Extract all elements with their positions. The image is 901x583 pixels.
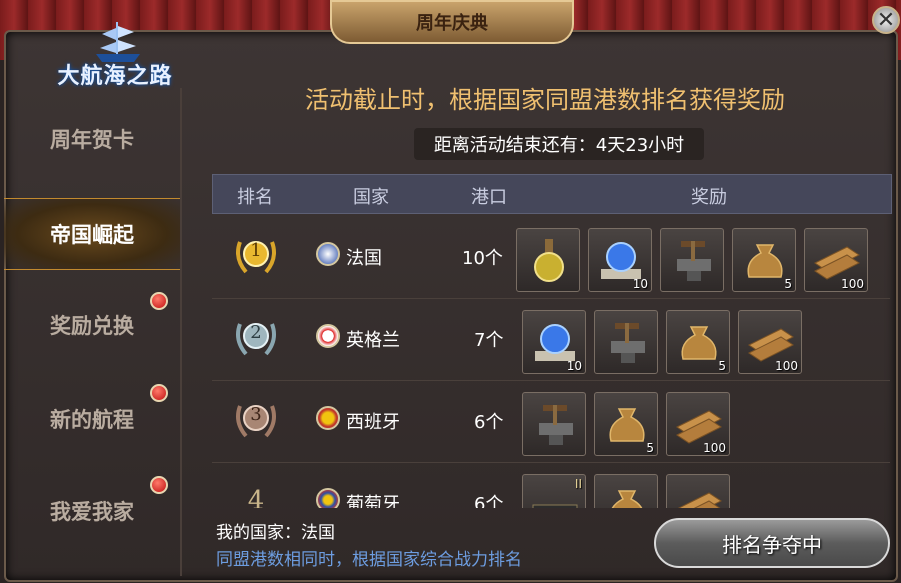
reward-item[interactable]: 5 — [594, 392, 658, 456]
header-country: 国家 — [353, 187, 389, 208]
sidebar-item-empire-rise[interactable]: 帝国崛起 — [4, 198, 180, 270]
reward-tier: II — [574, 477, 582, 491]
table-row: 1 法国 10个 10 5 100 — [212, 218, 890, 299]
reward-item[interactable] — [594, 310, 658, 374]
port-count: 6个 — [474, 412, 504, 433]
spain-flag-icon — [316, 406, 340, 430]
sidebar-item-label: 我爱我家 — [50, 499, 134, 524]
reward-item[interactable] — [516, 228, 580, 292]
anvil-hammer-icon — [539, 405, 573, 445]
sidebar-item-anniversary-card[interactable]: 周年贺卡 — [4, 104, 180, 174]
reward-quantity: 5 — [646, 441, 654, 455]
reward-item[interactable]: 10 — [522, 310, 586, 374]
rank-number: 1 — [250, 240, 262, 261]
game-logo: 大航海之路 — [10, 10, 220, 89]
france-flag-icon — [316, 242, 340, 266]
event-headline: 活动截止时，根据国家同盟港数排名获得奖励 — [305, 86, 785, 114]
reward-item[interactable] — [522, 392, 586, 456]
my-country-label: 我的国家：法国 — [216, 523, 335, 543]
close-button[interactable]: ✕ — [872, 6, 900, 34]
reward-item[interactable]: 10 — [588, 228, 652, 292]
port-count: 6个 — [474, 494, 504, 508]
reward-quantity: 100 — [703, 441, 726, 455]
reward-quantity: 5 — [718, 359, 726, 373]
tiebreak-note: 同盟港数相同时，根据国家综合战力排名 — [216, 550, 522, 570]
logo-text: 大航海之路 — [57, 63, 173, 89]
reward-quantity: 100 — [775, 359, 798, 373]
reward-item[interactable] — [666, 474, 730, 508]
sidebar-item-label: 奖励兑换 — [50, 313, 134, 338]
country-name: 英格兰 — [346, 330, 400, 351]
portugal-flag-icon — [316, 488, 340, 508]
telescope-icon — [532, 504, 578, 508]
reward-item[interactable] — [594, 474, 658, 508]
table-header: 排名 国家 港口 奖励 — [212, 174, 892, 214]
england-flag-icon — [316, 324, 340, 348]
close-icon: ✕ — [876, 7, 896, 33]
money-bag-icon — [611, 490, 643, 508]
rank-number: 3 — [250, 404, 262, 425]
reward-item[interactable]: 5 — [666, 310, 730, 374]
notification-dot — [150, 476, 168, 494]
port-count: 7个 — [474, 330, 504, 351]
reward-quantity: 100 — [841, 277, 864, 291]
rank-number: 4 — [247, 486, 265, 508]
notification-dot — [150, 292, 168, 310]
reward-item[interactable]: 100 — [738, 310, 802, 374]
country-name: 西班牙 — [346, 412, 400, 433]
anvil-hammer-icon — [611, 323, 645, 363]
reward-item[interactable] — [660, 228, 724, 292]
table-row: 3 西班牙 6个 5 100 — [212, 382, 890, 463]
reward-item[interactable]: II — [522, 474, 586, 508]
panel-title: 周年庆典 — [330, 0, 574, 44]
reward-quantity: 10 — [566, 359, 582, 373]
reward-quantity: 5 — [784, 277, 792, 291]
table-row: 4 葡萄牙 6个 II — [212, 464, 890, 508]
sidebar-divider — [180, 88, 182, 576]
sidebar: 周年贺卡 帝国崛起 奖励兑换 新的航程 我爱我家 — [4, 90, 180, 580]
reward-quantity: 10 — [632, 277, 648, 291]
anvil-hammer-icon — [677, 241, 711, 281]
rank-number: 2 — [250, 322, 262, 343]
notification-dot — [150, 384, 168, 402]
header-rank: 排名 — [237, 187, 273, 208]
sidebar-item-label: 新的航程 — [50, 407, 134, 432]
ranking-status-button[interactable]: 排名争夺中 — [654, 518, 890, 568]
sidebar-item-label: 帝国崛起 — [50, 222, 134, 247]
sidebar-item-label: 周年贺卡 — [50, 127, 134, 152]
header-ports: 港口 — [471, 187, 507, 208]
reward-item[interactable]: 100 — [804, 228, 868, 292]
potion-icon — [534, 239, 564, 282]
reward-item[interactable]: 5 — [732, 228, 796, 292]
ranking-list[interactable]: 1 法国 10个 10 5 100 2 英格兰 7个 10 5 100 3 西班… — [212, 218, 890, 508]
country-name: 法国 — [346, 248, 382, 269]
wood-planks-icon — [677, 492, 722, 508]
header-reward: 奖励 — [691, 187, 727, 208]
reward-item[interactable]: 100 — [666, 392, 730, 456]
countdown-timer: 距离活动结束还有：4天23小时 — [414, 128, 704, 160]
table-row: 2 英格兰 7个 10 5 100 — [212, 300, 890, 381]
port-count: 10个 — [462, 248, 503, 269]
country-name: 葡萄牙 — [346, 494, 400, 508]
